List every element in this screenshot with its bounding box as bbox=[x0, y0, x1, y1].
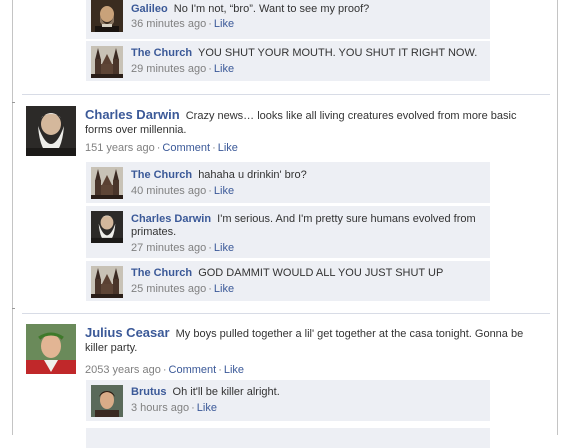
church-building-icon[interactable] bbox=[91, 266, 123, 298]
separator-dot: · bbox=[156, 142, 161, 154]
like-link[interactable]: Like bbox=[214, 63, 234, 75]
reply-author-link[interactable]: The Church bbox=[131, 267, 192, 279]
reply-text: No I'm not, “bro”. Want to see my proof? bbox=[173, 3, 370, 15]
comment-box: The Church YOU SHUT YOUR MOUTH. YOU SHUT… bbox=[86, 41, 490, 81]
comment-link[interactable]: Comment bbox=[162, 142, 210, 154]
like-link[interactable]: Like bbox=[214, 18, 234, 30]
separator-dot: · bbox=[208, 242, 212, 254]
comment-box: The Church GOD DAMMIT WOULD ALL YOU JUST… bbox=[86, 261, 490, 301]
comment-box: The Church hahaha u drinkin' bro? 40 min… bbox=[86, 162, 490, 203]
reply-text: YOU SHUT YOUR MOUTH. YOU SHUT IT RIGHT N… bbox=[197, 47, 478, 59]
brutus-portrait-icon[interactable] bbox=[91, 385, 123, 417]
post-timestamp[interactable]: 151 years ago bbox=[85, 142, 155, 154]
post-timestamp[interactable]: 2053 years ago bbox=[85, 364, 161, 376]
reply-timestamp[interactable]: 29 minutes ago bbox=[131, 63, 206, 75]
frame-tick bbox=[12, 308, 15, 309]
post-content: Julius Ceasar My boys pulled together a … bbox=[85, 326, 525, 377]
reply-author-link[interactable]: Brutus bbox=[131, 386, 166, 398]
church-building-icon[interactable] bbox=[91, 167, 123, 199]
post-author-link[interactable]: Charles Darwin bbox=[85, 107, 180, 122]
like-link[interactable]: Like bbox=[214, 283, 234, 295]
reply-timestamp[interactable]: 40 minutes ago bbox=[131, 185, 206, 197]
reply-timestamp[interactable]: 3 hours ago bbox=[131, 402, 189, 414]
separator-dot: · bbox=[208, 185, 212, 197]
comment-box-cut-off bbox=[86, 428, 490, 448]
separator-dot: · bbox=[218, 364, 222, 376]
separator-dot: · bbox=[208, 18, 212, 30]
reply-author-link[interactable]: The Church bbox=[131, 169, 192, 181]
reply-text: Oh it'll be killer alright. bbox=[172, 386, 280, 398]
comment-box: Charles Darwin I'm serious. And I'm pret… bbox=[86, 206, 490, 258]
post-author-link[interactable]: Julius Ceasar bbox=[85, 325, 170, 340]
separator-dot: · bbox=[212, 142, 216, 154]
reply-text: hahaha u drinkin' bro? bbox=[198, 169, 307, 181]
separator-dot: · bbox=[162, 364, 167, 376]
frame-tick bbox=[12, 102, 15, 103]
comment-link[interactable]: Comment bbox=[169, 364, 217, 376]
comment-box: Galileo No I'm not, “bro”. Want to see m… bbox=[86, 0, 490, 39]
darwin-portrait-icon[interactable] bbox=[91, 211, 123, 243]
reply-author-link[interactable]: Charles Darwin bbox=[131, 213, 211, 225]
reply-author-link[interactable]: The Church bbox=[131, 47, 192, 59]
caesar-portrait-icon[interactable] bbox=[26, 324, 76, 374]
like-link[interactable]: Like bbox=[224, 364, 244, 376]
post-divider bbox=[22, 94, 550, 95]
reply-author-link[interactable]: Galileo bbox=[131, 3, 168, 15]
like-link[interactable]: Like bbox=[214, 242, 234, 254]
like-link[interactable]: Like bbox=[197, 402, 217, 414]
darwin-portrait-icon[interactable] bbox=[26, 106, 76, 156]
like-link[interactable]: Like bbox=[214, 185, 234, 197]
reply-timestamp[interactable]: 36 minutes ago bbox=[131, 18, 206, 30]
reply-timestamp[interactable]: 27 minutes ago bbox=[131, 242, 206, 254]
church-building-icon[interactable] bbox=[91, 46, 123, 78]
reply-text: GOD DAMMIT WOULD ALL YOU JUST SHUT UP bbox=[198, 267, 444, 279]
separator-dot: · bbox=[191, 402, 195, 414]
post-content: Charles Darwin Crazy news… looks like al… bbox=[85, 108, 525, 155]
galileo-portrait-icon[interactable] bbox=[91, 0, 123, 32]
separator-dot: · bbox=[208, 63, 212, 75]
post-divider bbox=[22, 313, 550, 314]
like-link[interactable]: Like bbox=[218, 142, 238, 154]
separator-dot: · bbox=[208, 283, 212, 295]
comment-box: Brutus Oh it'll be killer alright. 3 hou… bbox=[86, 380, 490, 421]
reply-timestamp[interactable]: 25 minutes ago bbox=[131, 283, 206, 295]
